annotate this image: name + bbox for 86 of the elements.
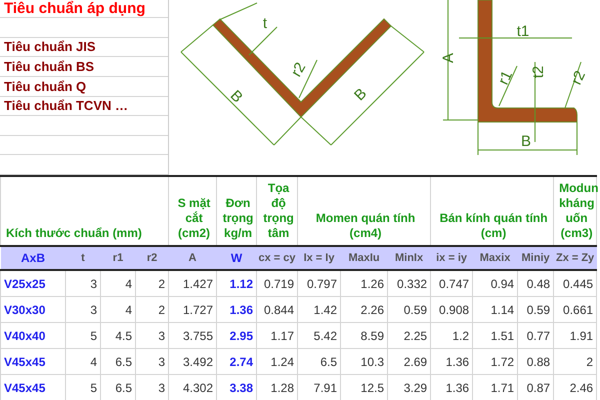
table-cell: 0.661 [554, 296, 597, 322]
table-cell: 0.332 [388, 270, 431, 296]
dimension-label: B [351, 85, 370, 104]
table-cell: 2 [136, 296, 169, 322]
table-cell: V45x45 [0, 348, 66, 374]
table-cell: 0.445 [554, 270, 597, 296]
table-cell: 0.94 [472, 270, 518, 296]
column-header: Maxix [472, 246, 518, 270]
dimension-label: A [440, 53, 457, 63]
table-cell: 3 [66, 270, 100, 296]
dimension-label: B [521, 132, 531, 150]
table-cell: 3 [136, 348, 169, 374]
dimension-label: t2 [530, 66, 547, 78]
table-cell: 0.59 [518, 296, 554, 322]
column-header: Zx = Zy [554, 246, 597, 270]
table-cell: 10.3 [340, 348, 388, 374]
dimension-label: t [262, 14, 268, 32]
table-cell: 1.14 [472, 296, 518, 322]
table-cell: 2.26 [340, 296, 388, 322]
dimension-label: B [226, 87, 246, 106]
table-cell: 1.72 [472, 348, 518, 374]
dimension-label: t1 [516, 22, 530, 40]
table-cell: 5 [66, 322, 100, 348]
column-header: ix = iy [430, 246, 473, 270]
table-cell: V25x25 [0, 270, 66, 296]
table-cell: 0.908 [430, 296, 473, 322]
column-header: AxB [0, 246, 66, 270]
table-cell: 1.36 [216, 296, 257, 322]
table-cell: 3 [136, 322, 169, 348]
table-cell: 1.24 [256, 348, 298, 374]
table-cell: 1.42 [298, 296, 341, 322]
table-cell: 8.59 [340, 322, 388, 348]
table-cell: 3.755 [168, 322, 217, 348]
table-cell: 3 [66, 296, 100, 322]
table-cell: 0.48 [518, 270, 554, 296]
table-cell: 1.17 [256, 322, 298, 348]
table-cell: 0.77 [518, 322, 554, 348]
column-header: W [216, 246, 257, 270]
table-cell: 0.844 [256, 296, 298, 322]
column-header: Ix = Iy [298, 246, 341, 270]
table-cell: 2 [136, 270, 169, 296]
table-cell: 4 [66, 348, 100, 374]
table-cell: 5.42 [298, 322, 341, 348]
table-cell: 2.95 [216, 322, 257, 348]
table-cell: 0.88 [518, 348, 554, 374]
column-header: MinIx [388, 246, 431, 270]
table-cell: 0.797 [298, 270, 341, 296]
table-cell: 1.427 [168, 270, 217, 296]
table-cell: 1.12 [216, 270, 257, 296]
table-cell: 0.59 [388, 296, 431, 322]
table-cell: 3.492 [168, 348, 217, 374]
column-header: A [168, 246, 217, 270]
table-cell: 1.2 [430, 322, 473, 348]
table-cell: 4 [100, 296, 136, 322]
table-cell: V40x40 [0, 322, 66, 348]
dimension-label: r1 [495, 68, 516, 88]
table-cell: 2.69 [388, 348, 431, 374]
table-cell: V30x30 [0, 296, 66, 322]
standard-label: Tiêu chuẩn JIS [4, 39, 96, 54]
dimension-label: r2 [568, 68, 590, 88]
column-header: t [66, 246, 100, 270]
column-header: r1 [100, 246, 136, 270]
table-cell: 2 [554, 348, 597, 374]
column-header: MaxIu [340, 246, 388, 270]
table-cell: 1.51 [472, 322, 518, 348]
table-cell: 1.26 [340, 270, 388, 296]
table-cell: 0.747 [430, 270, 473, 296]
column-header: r2 [136, 246, 169, 270]
table-cell: 4.5 [100, 322, 136, 348]
column-header: Miniy [518, 246, 554, 270]
standard-label: Tiêu chuẩn BS [4, 59, 94, 74]
table-cell: 2.74 [216, 348, 257, 374]
standard-label: Tiêu chuẩn Q [4, 78, 86, 94]
table-cell: V45x45 [0, 374, 66, 400]
dimension-label: r2 [288, 60, 310, 80]
column-header: cx = cy [256, 246, 298, 270]
table-cell: 2.25 [388, 322, 431, 348]
table-cell: 1.727 [168, 296, 217, 322]
table-cell: 0.719 [256, 270, 298, 296]
table-cell: 6.5 [298, 348, 341, 374]
table-cell: 1.36 [430, 348, 473, 374]
table-cell: 6.5 [100, 348, 136, 374]
section-title: Tiêu chuẩn áp dụng [4, 0, 146, 17]
table-cell: 4 [100, 270, 136, 296]
table-cell: 1.91 [554, 322, 597, 348]
standard-label: Tiêu chuẩn TCVN … [4, 98, 128, 114]
